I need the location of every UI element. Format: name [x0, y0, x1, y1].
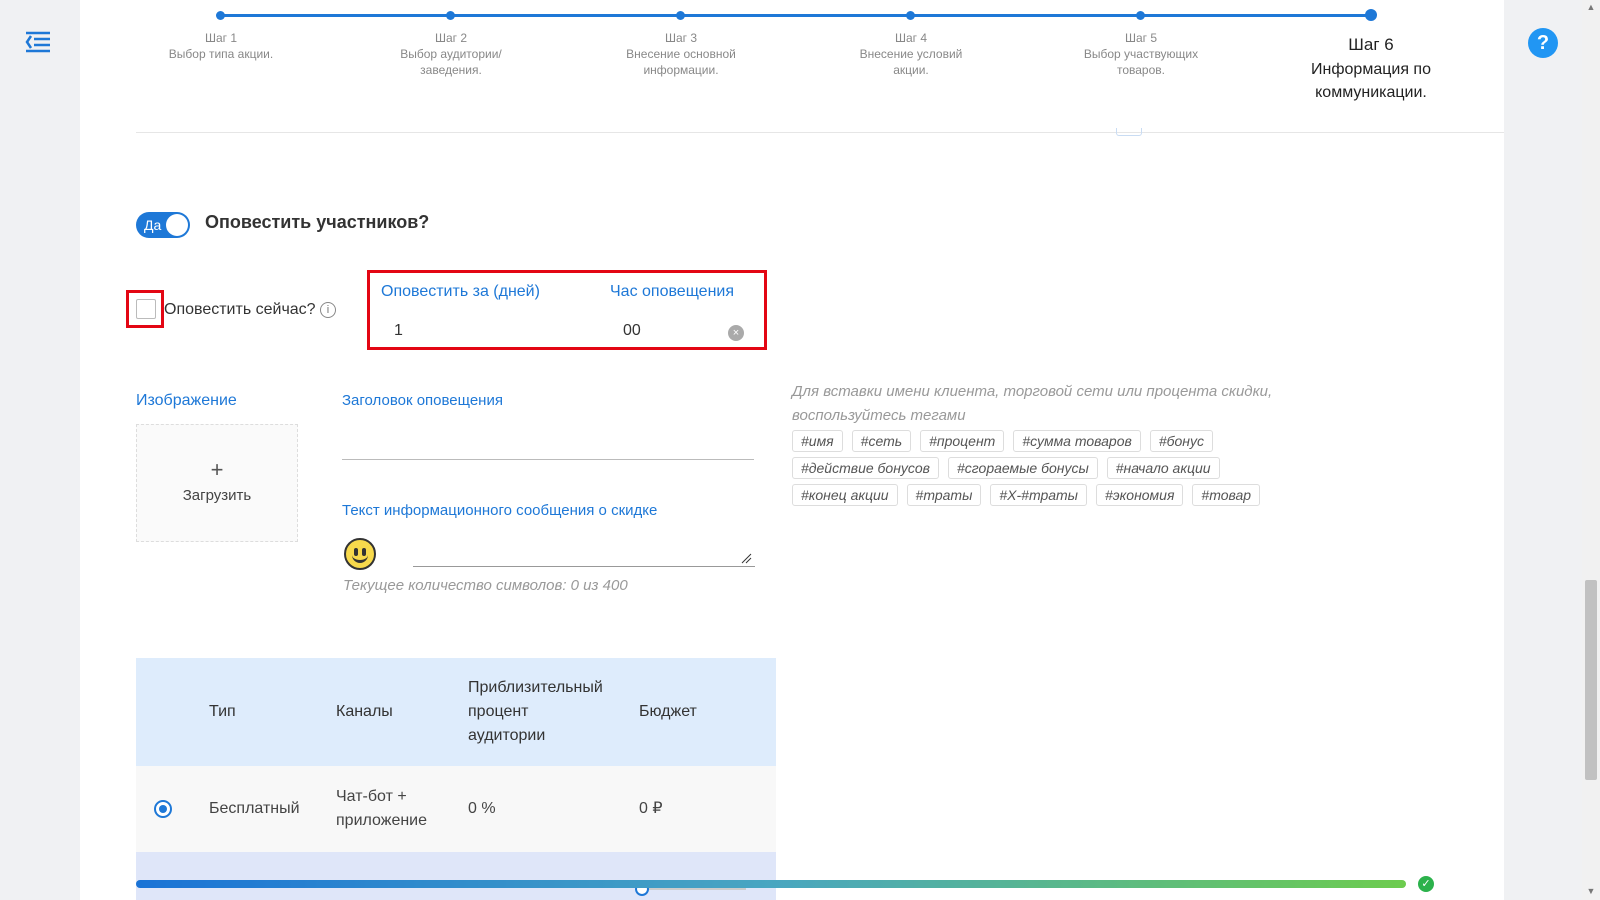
info-icon[interactable]: i	[320, 302, 336, 318]
step-label-5[interactable]: Шаг 5 Выбор участвующих товаров.	[1071, 30, 1211, 78]
tag[interactable]: #сумма товаров	[1013, 430, 1141, 452]
step-desc: Информация по коммуникации.	[1311, 61, 1431, 101]
step-desc: Выбор участвующих товаров.	[1083, 47, 1199, 77]
cell-channels: Чат-бот + приложение	[336, 788, 428, 829]
step-desc: Выбор типа акции.	[168, 47, 274, 61]
tag[interactable]: #сеть	[851, 430, 912, 452]
step-title: Шаг 3	[664, 31, 698, 45]
days-input[interactable]	[394, 322, 594, 340]
table-header: Тип Каналы Приблизительный процент аудит…	[136, 658, 776, 766]
days-label: Оповестить за (дней)	[381, 283, 540, 300]
step-title: Шаг 1	[204, 31, 238, 45]
cell-type: Бесплатный	[209, 800, 300, 817]
step-connector	[221, 14, 447, 17]
tag[interactable]: #траты	[906, 484, 982, 506]
step-label-2[interactable]: Шаг 2 Выбор аудитории/заведения.	[381, 30, 521, 78]
notify-now-checkbox[interactable]	[136, 299, 156, 319]
tag-list: #имя #сеть #процент #сумма товаров #бону…	[792, 430, 1312, 511]
step-label-1[interactable]: Шаг 1 Выбор типа акции.	[151, 30, 291, 62]
tag-row: #конец акции #траты #X-#траты #экономия …	[792, 484, 1312, 506]
step-dot-3[interactable]	[676, 11, 685, 20]
resize-handle-icon[interactable]	[740, 552, 752, 564]
tag[interactable]: #начало акции	[1106, 457, 1220, 479]
char-counter: Текущее количество символов: 0 из 400	[343, 577, 628, 594]
scroll-down-icon[interactable]: ▼	[1586, 886, 1596, 896]
stepper: Шаг 1 Выбор типа акции. Шаг 2 Выбор ауди…	[136, 0, 1504, 120]
toggle-label: Да	[144, 217, 162, 233]
notify-toggle[interactable]: Да	[136, 212, 190, 238]
slider-track[interactable]	[636, 888, 746, 890]
step-connector	[1141, 14, 1369, 17]
row-radio[interactable]	[154, 800, 172, 818]
notify-title: Оповестить участников?	[205, 212, 430, 232]
upload-button[interactable]: + Загрузить	[136, 424, 298, 542]
plus-icon: +	[210, 457, 224, 482]
step-desc: Выбор аудитории/заведения.	[400, 47, 502, 77]
table-row[interactable]: Бесплатный Чат-бот + приложение 0 % 0 ₽	[136, 766, 776, 852]
step-connector	[451, 14, 677, 17]
step-label-6[interactable]: Шаг 6 Информация по коммуникации.	[1296, 33, 1446, 104]
hour-select[interactable]	[623, 322, 713, 340]
step-dot-4[interactable]	[906, 11, 915, 20]
tag[interactable]: #конец акции	[792, 484, 898, 506]
cell-budget: 0 ₽	[639, 800, 663, 817]
step-desc: Внесение условий акции.	[859, 47, 963, 77]
scroll-up-icon[interactable]: ▲	[1586, 2, 1596, 12]
tag[interactable]: #X-#траты	[990, 484, 1087, 506]
header-budget: Бюджет	[639, 703, 697, 720]
tag[interactable]: #сгораемые бонусы	[948, 457, 1098, 479]
tag[interactable]: #имя	[792, 430, 843, 452]
step-connector	[911, 14, 1137, 17]
step-dot-6[interactable]	[1365, 9, 1377, 21]
clear-icon[interactable]: ×	[728, 325, 744, 341]
notify-now-label: Оповестить сейчас?	[164, 301, 316, 318]
step-label-3[interactable]: Шаг 3 Внесение основной информации.	[611, 30, 751, 78]
tag[interactable]: #процент	[920, 430, 1005, 452]
header-type: Тип	[209, 703, 236, 720]
step-dot-5[interactable]	[1136, 11, 1145, 20]
notification-title-label: Заголовок оповещения	[342, 392, 503, 409]
message-label: Текст информационного сообщения о скидке	[342, 502, 658, 519]
step-dot-1[interactable]	[216, 11, 225, 20]
tag[interactable]: #товар	[1192, 484, 1261, 506]
completion-progress-bar	[136, 880, 1406, 888]
stepper-divider	[136, 132, 1504, 133]
step-title: Шаг 2	[434, 31, 468, 45]
scrollbar[interactable]: ▲ ▼	[1582, 0, 1600, 900]
tag[interactable]: #бонус	[1149, 430, 1213, 452]
image-label: Изображение	[136, 392, 237, 409]
emoji-icon[interactable]	[344, 538, 376, 570]
header-channels: Каналы	[336, 703, 393, 720]
step-title: Шаг 6	[1348, 35, 1394, 54]
main-card: Шаг 1 Выбор типа акции. Шаг 2 Выбор ауди…	[80, 0, 1504, 900]
menu-collapse-icon[interactable]	[24, 28, 52, 56]
tag-row: #действие бонусов #сгораемые бонусы #нач…	[792, 457, 1312, 479]
tag-row: #имя #сеть #процент #сумма товаров #бону…	[792, 430, 1312, 452]
cell-audience: 0 %	[468, 800, 496, 817]
step-title: Шаг 4	[894, 31, 928, 45]
tags-hint: Для вставки имени клиента, торговой сети…	[792, 383, 1273, 424]
step-desc: Внесение основной информации.	[626, 47, 736, 77]
step-dot-2[interactable]	[446, 11, 455, 20]
header-audience: Приблизительный процент аудитории	[468, 679, 603, 744]
step-title: Шаг 5	[1124, 31, 1158, 45]
message-textarea[interactable]	[413, 545, 755, 567]
hour-label: Час оповещения	[610, 283, 735, 300]
notification-title-input[interactable]	[342, 430, 754, 460]
table-row[interactable]	[136, 852, 776, 900]
tag[interactable]: #экономия	[1096, 484, 1184, 506]
stepper-mark	[1116, 128, 1142, 136]
toggle-knob	[166, 214, 188, 236]
budget-table: Тип Каналы Приблизительный процент аудит…	[136, 658, 776, 900]
upload-label: Загрузить	[182, 487, 252, 504]
help-icon[interactable]: ?	[1528, 28, 1558, 58]
progress-fill	[136, 880, 1406, 888]
step-connector	[681, 14, 907, 17]
check-icon: ✓	[1418, 876, 1434, 892]
step-label-4[interactable]: Шаг 4 Внесение условий акции.	[841, 30, 981, 78]
scroll-thumb[interactable]	[1585, 580, 1597, 780]
tag[interactable]: #действие бонусов	[792, 457, 939, 479]
